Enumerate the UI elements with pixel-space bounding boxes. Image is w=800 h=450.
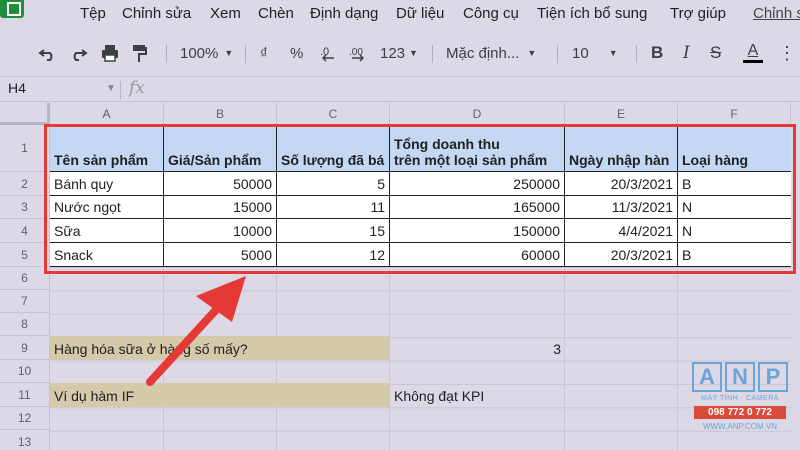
anp-url: WWW.ANP.COM.VN [702, 422, 778, 431]
anp-letter-n: N [725, 362, 755, 392]
anp-watermark-logo: A N P MÁY TÍNH - CAMERA 098 772 0 772 WW… [690, 362, 790, 440]
red-arrow-annotation [146, 276, 246, 386]
anp-phone: 098 772 0 772 [694, 406, 786, 419]
anp-subtitle: MÁY TÍNH - CAMERA [701, 395, 779, 402]
anp-letter-p: P [758, 362, 788, 392]
anp-letter-a: A [692, 362, 722, 392]
